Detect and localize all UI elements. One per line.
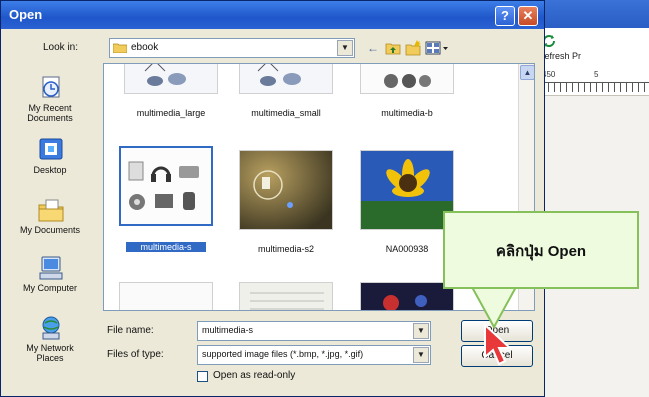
read-only-checkbox[interactable]: [197, 371, 208, 382]
thumbnail: [360, 282, 454, 310]
place-label: My Documents: [19, 225, 81, 235]
file-type-value: supported image files (*.bmp, *.jpg, *.g…: [202, 349, 364, 359]
place-my-recent-documents[interactable]: My Recent Documents: [5, 75, 95, 135]
screenshot: Refresh Pr 450 5 Open ? ✕ Look in: ebook…: [0, 0, 649, 397]
scroll-up-icon[interactable]: ▲: [520, 65, 534, 80]
thumbnail-image: [240, 151, 332, 229]
desktop-icon: [39, 138, 63, 160]
place-label: My Network Places: [26, 343, 74, 363]
back-icon[interactable]: ←: [364, 39, 382, 57]
callout-text: คลิกปุ่ม Open: [495, 243, 587, 260]
thumbnail: [119, 282, 213, 310]
background-titlebar: [536, 0, 649, 28]
thumbnail-image: [121, 148, 211, 224]
thumbnail: [360, 64, 454, 94]
ruler-label-2: 5: [594, 70, 599, 79]
file-name-label: File name:: [107, 325, 154, 336]
thumbnail: [239, 150, 333, 230]
close-button[interactable]: ✕: [518, 6, 538, 26]
file-item-selected[interactable]: multimedia-s: [119, 146, 213, 252]
file-item[interactable]: NA000938: [360, 150, 454, 254]
file-item[interactable]: [360, 282, 454, 310]
thumbnail-image: [240, 64, 332, 93]
ruler-ticks: [536, 82, 649, 92]
file-type-label: Files of type:: [107, 349, 164, 360]
file-name-input[interactable]: multimedia-s ▼: [197, 321, 431, 341]
my-computer-icon: [39, 256, 63, 280]
background-app: Refresh Pr 450 5: [536, 0, 649, 397]
look-in-label: Look in:: [43, 42, 79, 53]
place-label: My Computer: [22, 283, 77, 293]
file-name: multimedia-s: [126, 242, 206, 252]
dialog-titlebar[interactable]: Open ? ✕: [1, 1, 544, 29]
place-my-documents[interactable]: My Documents: [5, 197, 95, 257]
file-name: multimedia_small: [251, 108, 321, 118]
network-places-icon: [42, 316, 60, 340]
place-my-computer[interactable]: My Computer: [5, 255, 95, 315]
read-only-label[interactable]: Open as read-only: [213, 370, 295, 381]
folder-icon: [113, 43, 127, 53]
thumbnail: [119, 146, 213, 226]
thumbnail-image: [125, 64, 217, 93]
file-name: multimedia-b: [381, 108, 433, 118]
chevron-down-icon[interactable]: ▼: [413, 347, 429, 363]
place-label: Desktop: [33, 165, 67, 175]
chevron-down-icon[interactable]: ▼: [413, 323, 429, 339]
new-folder-icon[interactable]: [404, 39, 422, 57]
thumbnail: [239, 64, 333, 94]
thumbnail: [360, 150, 454, 230]
instruction-callout: คลิกปุ่ม Open: [443, 211, 639, 289]
file-item[interactable]: multimedia_small: [239, 64, 333, 118]
thumbnail-image: [361, 151, 453, 229]
open-dialog: Open ? ✕ Look in: ebook ▼ ← My Recent Do…: [0, 0, 545, 397]
file-type-select[interactable]: supported image files (*.bmp, *.jpg, *.g…: [197, 345, 431, 365]
place-desktop[interactable]: Desktop: [5, 137, 95, 197]
thumbnail-image: [240, 283, 332, 310]
thumbnail-image: [361, 283, 453, 310]
look-in-dropdown[interactable]: ebook ▼: [109, 38, 355, 58]
help-button[interactable]: ?: [495, 6, 515, 26]
place-label: My Recent Documents: [27, 103, 73, 123]
chevron-down-icon[interactable]: ▼: [337, 40, 353, 56]
file-item[interactable]: multimedia_large: [124, 64, 218, 118]
file-item[interactable]: multimedia-b: [360, 64, 454, 118]
file-item[interactable]: multimedia-s2: [239, 150, 333, 254]
views-menu-icon[interactable]: [424, 39, 450, 57]
ruler: 450 5: [536, 70, 649, 98]
dialog-title: Open: [9, 7, 43, 22]
places-bar: My Recent Documents Desktop My Documents: [5, 67, 95, 389]
place-my-network-places[interactable]: My Network Places: [5, 315, 95, 375]
file-name-value: multimedia-s: [202, 325, 254, 335]
file-name: multimedia-s2: [257, 244, 315, 254]
recent-documents-icon: [42, 76, 60, 98]
my-documents-icon: [38, 199, 64, 222]
file-item[interactable]: [239, 282, 333, 310]
file-item[interactable]: [119, 282, 213, 310]
thumbnail: [124, 64, 218, 94]
file-name: multimedia_large: [136, 108, 206, 118]
thumbnail: [239, 282, 333, 310]
mouse-cursor-icon: [484, 323, 513, 366]
thumbnail-image: [361, 64, 453, 93]
look-in-value: ebook: [131, 42, 159, 53]
up-folder-icon[interactable]: [384, 39, 402, 57]
